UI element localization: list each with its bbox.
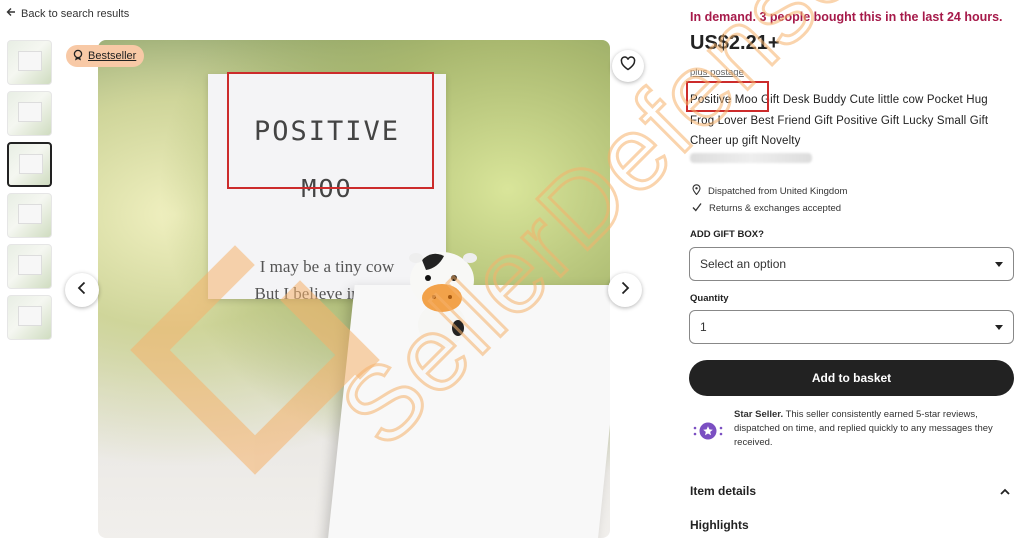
thumbnail-3[interactable] <box>7 142 52 187</box>
bestseller-badge: Bestseller <box>66 45 145 67</box>
previous-image-button[interactable] <box>65 273 99 307</box>
dispatch-info: Dispatched from United Kingdom <box>692 184 847 198</box>
thumbnail-strip <box>7 40 52 346</box>
item-details-toggle[interactable]: Item details <box>690 484 1014 498</box>
cow-figurine <box>409 252 477 347</box>
chevron-up-icon <box>1000 484 1010 498</box>
quantity-select[interactable]: 1 <box>689 310 1014 344</box>
gift-box-select[interactable]: Select an option <box>689 247 1014 281</box>
star-seller-heading: Star Seller. <box>734 409 784 420</box>
award-icon <box>72 49 84 64</box>
thumbnail-5[interactable] <box>7 244 52 289</box>
demand-notice: In demand. 3 people bought this in the l… <box>690 10 1003 24</box>
back-link-label: Back to search results <box>21 7 130 20</box>
quantity-value: 1 <box>700 320 707 334</box>
star-seller-text: Star Seller. This seller consistently ea… <box>734 408 1014 450</box>
annotation-box-title <box>686 81 769 112</box>
chevron-left-icon <box>77 281 87 300</box>
postage-link[interactable]: plus postage <box>690 67 744 78</box>
thumbnail-6[interactable] <box>7 295 52 340</box>
blurred-text <box>690 153 812 163</box>
thumbnail-2[interactable] <box>7 91 52 136</box>
returns-text: Returns & exchanges accepted <box>709 203 842 214</box>
heart-icon <box>620 56 636 76</box>
price: US$2.21+ <box>690 32 780 54</box>
star-seller-icon <box>692 412 724 450</box>
thumbnail-4[interactable] <box>7 193 52 238</box>
chevron-right-icon <box>620 281 630 300</box>
back-to-search-link[interactable]: Back to search results <box>6 7 129 20</box>
highlights-heading: Highlights <box>690 518 749 532</box>
item-details-label: Item details <box>690 484 757 498</box>
caret-down-icon <box>995 261 1003 267</box>
next-image-button[interactable] <box>608 273 642 307</box>
thumbnail-1[interactable] <box>7 40 52 85</box>
gift-box-label: ADD GIFT BOX? <box>690 229 764 240</box>
favorite-button[interactable] <box>612 50 644 82</box>
caret-down-icon <box>995 324 1003 330</box>
dispatch-text: Dispatched from United Kingdom <box>708 185 848 197</box>
add-to-basket-button[interactable]: Add to basket <box>689 360 1014 396</box>
bestseller-label: Bestseller <box>88 50 137 62</box>
check-icon <box>692 202 702 215</box>
returns-info: Returns & exchanges accepted <box>692 202 841 215</box>
quantity-label: Quantity <box>690 293 729 304</box>
annotation-box-card <box>227 72 434 189</box>
location-pin-icon <box>692 184 701 198</box>
arrow-left-icon <box>6 7 16 20</box>
gift-box-value: Select an option <box>700 257 787 271</box>
star-seller-info: Star Seller. This seller consistently ea… <box>692 408 1014 450</box>
